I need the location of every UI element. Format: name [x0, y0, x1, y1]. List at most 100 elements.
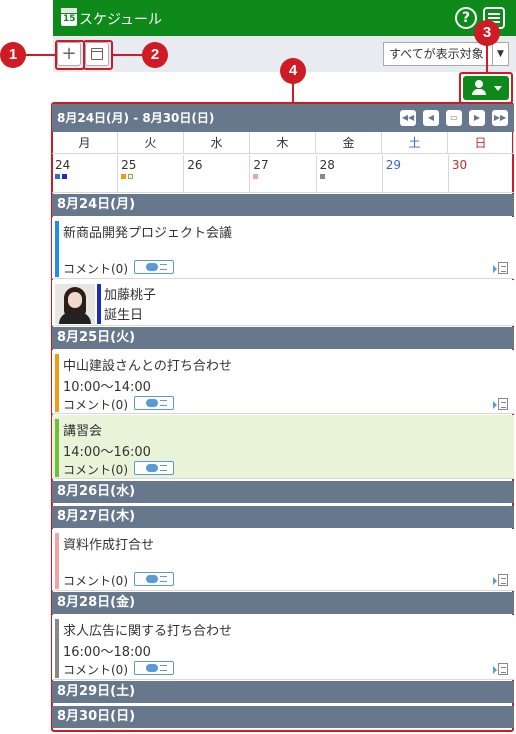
comment-lines-icon [160, 465, 167, 471]
date-number: 27 [253, 158, 269, 172]
event-time: 14:00～16:00 [63, 445, 151, 460]
document-icon [498, 574, 508, 586]
date-cell[interactable]: 28 [317, 155, 383, 192]
date-number: 30 [451, 158, 468, 172]
comment-button[interactable] [134, 396, 174, 410]
comment-bubble-icon [146, 575, 158, 583]
event-item[interactable]: 資料作成打合せ コメント(0) [52, 529, 514, 591]
event-item[interactable]: 新商品開発プロジェクト会議 コメント(0) [52, 217, 514, 279]
event-dots [55, 174, 114, 179]
event-dot [128, 174, 134, 179]
avatar [55, 284, 95, 324]
weekday-label: 月 [52, 132, 118, 153]
date-cell[interactable]: 25 [118, 155, 185, 192]
date-range-label: 8月24日(月) - 8月30日(日) [57, 111, 215, 125]
calendar-icon-number: 15 [63, 14, 76, 24]
date-row: 24 25 26 27 28 29 30 [52, 155, 514, 193]
comment-button[interactable] [134, 661, 174, 675]
next-week-icon[interactable]: ▶▶ [492, 110, 508, 126]
date-number: 25 [121, 158, 137, 172]
help-button[interactable]: ? [455, 7, 477, 29]
today-icon[interactable]: ▭ [446, 110, 462, 126]
event-dots [319, 174, 379, 179]
comment-lines-icon [160, 400, 167, 406]
event-dots [121, 174, 180, 179]
comment-button[interactable] [134, 260, 174, 274]
date-cell[interactable]: 30 [449, 155, 514, 192]
comment-lines-icon [160, 264, 167, 270]
user-select-button[interactable] [463, 76, 509, 100]
event-title: 講習会 [63, 424, 103, 439]
filter-value: すべてが表示対象 [389, 47, 484, 61]
comment-bubble-icon [146, 664, 158, 672]
arrow-icon [493, 401, 497, 409]
next-day-icon[interactable]: ▶ [469, 110, 485, 126]
event-dot [62, 174, 67, 179]
prev-day-icon[interactable]: ◀ [423, 110, 439, 126]
day-header: 8月30日(日) [52, 706, 514, 728]
document-icon [498, 398, 508, 410]
event-color-bar [55, 419, 59, 477]
date-number: 26 [187, 158, 203, 172]
dropdown-arrow-icon: ▼ [492, 43, 508, 65]
comment-button[interactable] [134, 461, 174, 475]
event-item[interactable]: 講習会 14:00～16:00 コメント(0) [52, 415, 514, 479]
day-header: 8月25日(火) [52, 327, 514, 349]
weekday-label: 火 [118, 132, 184, 153]
birthday-item[interactable]: 加藤桃子 誕生日 [52, 280, 514, 326]
comment-count: コメント(0) [63, 463, 128, 477]
weekday-label: 日 [448, 132, 514, 153]
event-time: 16:00～18:00 [63, 645, 151, 660]
callout-marker-3: 3 [474, 20, 500, 46]
event-dots [253, 174, 312, 179]
caret-down-icon [494, 86, 502, 91]
date-cell[interactable]: 29 [383, 155, 449, 192]
comment-button[interactable] [134, 572, 174, 586]
event-item[interactable]: 中山建設さんとの打ち合わせ 10:00～14:00 コメント(0) [52, 350, 514, 414]
prev-week-icon[interactable]: ◀◀ [400, 110, 416, 126]
arrow-icon [493, 577, 497, 585]
weekday-label: 金 [316, 132, 382, 153]
comment-count: コメント(0) [63, 574, 128, 588]
arrow-icon [493, 265, 497, 273]
date-cell[interactable]: 27 [250, 155, 317, 192]
comment-count: コメント(0) [63, 663, 128, 677]
callout-marker-1: 1 [0, 42, 26, 68]
date-cell[interactable]: 26 [184, 155, 251, 192]
comment-lines-icon [160, 665, 167, 671]
event-color-bar [55, 221, 59, 277]
event-color-bar [55, 354, 59, 412]
day-header: 8月28日(金) [52, 592, 514, 614]
birthday-name: 加藤桃子 [104, 288, 157, 303]
callout-line-2 [113, 54, 143, 56]
calendar-icon: 15 [61, 8, 77, 26]
event-dot [253, 174, 259, 179]
callout-marker-2: 2 [142, 42, 168, 68]
event-time: 10:00～14:00 [63, 380, 151, 395]
comment-bubble-icon [146, 263, 158, 271]
day-header: 8月26日(水) [52, 481, 514, 503]
document-icon [498, 262, 508, 274]
app-header: 15 スケジュール ? [53, 0, 516, 36]
event-item[interactable]: 求人広告に関する打ち合わせ 16:00～18:00 コメント(0) [52, 615, 514, 680]
document-icon [498, 663, 508, 675]
detail-icon[interactable] [493, 398, 509, 410]
page-title: スケジュール [79, 12, 163, 28]
date-cell[interactable]: 24 [52, 155, 119, 192]
comment-bubble-icon [146, 464, 158, 472]
event-title: 中山建設さんとの打ち合わせ [63, 359, 232, 374]
event-color-bar [55, 533, 59, 589]
weekday-label: 土 [382, 132, 448, 153]
detail-icon[interactable] [493, 574, 509, 586]
event-dot [121, 174, 127, 179]
event-color-bar [55, 619, 59, 678]
person-icon [472, 80, 486, 96]
avatar-face [68, 292, 82, 308]
callout-frame-2 [83, 40, 113, 70]
date-number: 28 [319, 158, 335, 172]
event-title: 新商品開発プロジェクト会議 [63, 226, 233, 241]
comment-bubble-icon [146, 399, 158, 407]
weekday-label: 木 [250, 132, 316, 153]
detail-icon[interactable] [493, 262, 509, 274]
detail-icon[interactable] [493, 663, 509, 675]
